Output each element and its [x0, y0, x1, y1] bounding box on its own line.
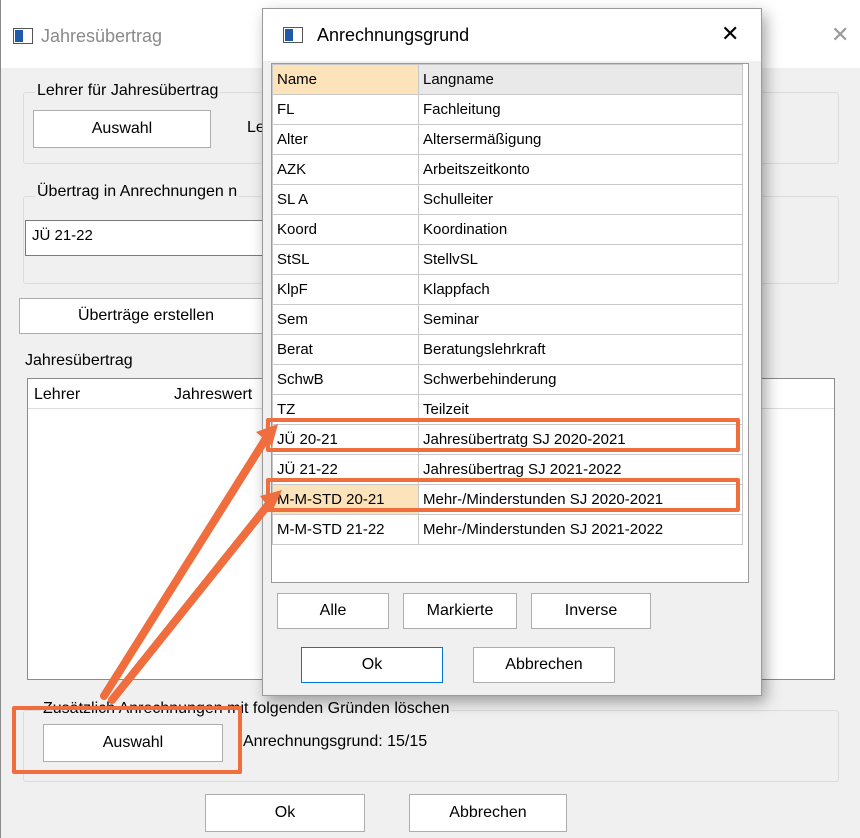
reason-name-cell[interactable]: SchwB	[272, 364, 419, 395]
main-cancel-button[interactable]: Abbrechen	[409, 794, 567, 832]
reason-row[interactable]: SchwB Schwerbehinderung	[272, 364, 743, 395]
list-label: Jahresübertrag	[25, 352, 133, 369]
reason-count: Anrechnungsgrund: 15/15	[243, 733, 428, 750]
transfer-group-label: Übertrag in Anrechnungen n	[35, 183, 240, 201]
select-all-button[interactable]: Alle	[277, 593, 389, 629]
column-header-longname[interactable]: Langname	[418, 64, 743, 95]
reason-longname-cell[interactable]: Mehr-/Minderstunden SJ 2021-2022	[418, 514, 743, 545]
dialog-ok-button[interactable]: Ok	[301, 647, 443, 683]
teacher-select-button[interactable]: Auswahl	[33, 110, 211, 148]
reason-longname-cell[interactable]: StellvSL	[418, 244, 743, 275]
reason-row[interactable]: Sem Seminar	[272, 304, 743, 335]
main-close-icon[interactable]: ✕	[831, 22, 849, 48]
app-window-icon	[13, 28, 33, 44]
highlight-box-delete-select	[12, 706, 242, 774]
column-header-name[interactable]: Name	[272, 64, 419, 95]
reason-row[interactable]: M-M-STD 21-22 Mehr-/Minderstunden SJ 2021…	[272, 514, 743, 545]
reason-longname-cell[interactable]: Klappfach	[418, 274, 743, 305]
reason-longname-cell[interactable]: Altersermäßigung	[418, 124, 743, 155]
reason-name-cell[interactable]: Berat	[272, 334, 419, 365]
transfer-reason-field[interactable]: JÜ 21-22	[25, 220, 269, 256]
list-column-yearvalue[interactable]: Jahreswert	[174, 386, 252, 404]
reason-name-cell[interactable]: Sem	[272, 304, 419, 335]
reason-row[interactable]: Koord Koordination	[272, 214, 743, 245]
dialog-close-icon[interactable]: ✕	[721, 21, 739, 47]
list-column-teacher[interactable]: Lehrer	[34, 386, 80, 404]
create-transfers-button[interactable]: Überträge erstellen	[19, 298, 273, 334]
reason-row[interactable]: FL Fachleitung	[272, 94, 743, 125]
reason-row[interactable]: AZK Arbeitszeitkonto	[272, 154, 743, 185]
reason-longname-cell[interactable]: Seminar	[418, 304, 743, 335]
reason-name-cell[interactable]: Alter	[272, 124, 419, 155]
select-inverse-button[interactable]: Inverse	[531, 593, 651, 629]
reason-name-cell[interactable]: StSL	[272, 244, 419, 275]
reason-name-cell[interactable]: SL A	[272, 184, 419, 215]
reason-longname-cell[interactable]: Koordination	[418, 214, 743, 245]
reason-longname-cell[interactable]: Fachleitung	[418, 94, 743, 125]
reason-longname-cell[interactable]: Beratungslehrkraft	[418, 334, 743, 365]
reason-row[interactable]: Alter Altersermäßigung	[272, 124, 743, 155]
dialog-title: Anrechnungsgrund	[317, 25, 470, 45]
reason-longname-cell[interactable]: Arbeitszeitkonto	[418, 154, 743, 185]
reason-longname-cell[interactable]: Schulleiter	[418, 184, 743, 215]
reason-name-cell[interactable]: KlpF	[272, 274, 419, 305]
reason-name-cell[interactable]: M-M-STD 21-22	[272, 514, 419, 545]
reason-name-cell[interactable]: AZK	[272, 154, 419, 185]
reason-name-cell[interactable]: Koord	[272, 214, 419, 245]
reason-name-cell[interactable]: FL	[272, 94, 419, 125]
main-ok-button[interactable]: Ok	[205, 794, 365, 832]
highlight-box-mmstd2021	[266, 478, 740, 512]
dialog-cancel-button[interactable]: Abbrechen	[473, 647, 615, 683]
select-marked-button[interactable]: Markierte	[403, 593, 517, 629]
reason-longname-cell[interactable]: Schwerbehinderung	[418, 364, 743, 395]
reason-row[interactable]: Berat Beratungslehrkraft	[272, 334, 743, 365]
teacher-group-label: Lehrer für Jahresübertrag	[35, 82, 221, 100]
reason-dialog: Anrechnungsgrund ✕ Name Langname FL Fachl…	[262, 8, 762, 696]
reason-row[interactable]: KlpF Klappfach	[272, 274, 743, 305]
dialog-titlebar: Anrechnungsgrund ✕	[263, 9, 761, 61]
highlight-box-ju2021	[266, 418, 740, 452]
reason-row[interactable]: SL A Schulleiter	[272, 184, 743, 215]
main-window-title: Jahresübertrag	[41, 26, 163, 46]
dialog-window-icon	[283, 27, 303, 43]
reason-row[interactable]: StSL StellvSL	[272, 244, 743, 275]
